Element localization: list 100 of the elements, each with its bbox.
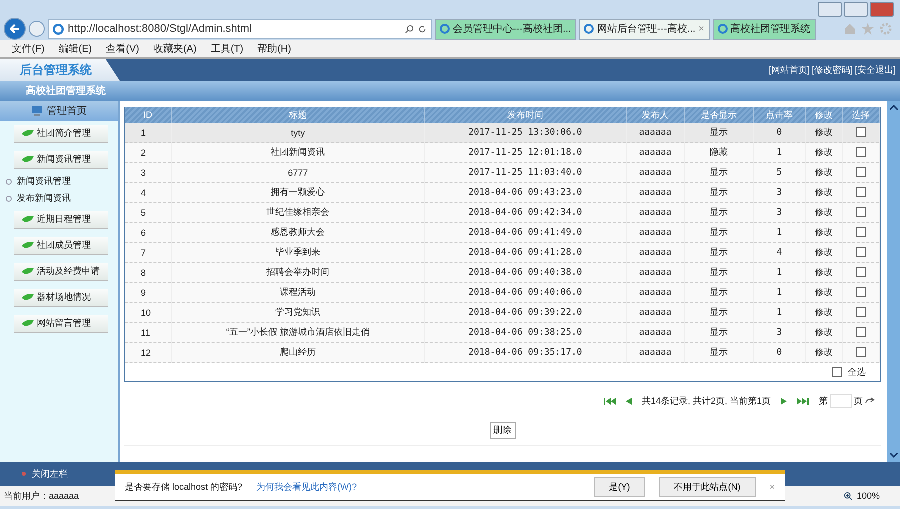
menu-item[interactable]: 文件(F) [12,42,45,56]
last-page-icon[interactable] [797,398,809,404]
sidebar-item[interactable]: 近期日程管理 [14,211,108,229]
row-checkbox[interactable] [856,187,866,198]
menu-item[interactable]: 收藏夹(A) [153,42,197,56]
leaf-icon [22,267,34,276]
delete-button[interactable]: 删除 [490,422,516,439]
scrollbar[interactable] [887,101,900,462]
table-cell: 4 [125,182,172,202]
table-cell: 1 [753,282,806,302]
row-checkbox[interactable] [856,347,866,358]
next-icon[interactable] [781,398,787,404]
table-cell: 2 [125,142,172,162]
table-cell: 8 [125,262,172,282]
edit-link[interactable]: 修改 [806,262,843,282]
table-cell: aaaaaa [626,222,685,242]
header-link[interactable]: [修改密码] [812,64,853,76]
back-button[interactable] [4,18,26,40]
table-cell: 4 [753,242,806,262]
browser-tab[interactable]: 高校社团管理系统 [712,18,816,40]
edit-link[interactable]: 修改 [806,202,843,222]
table-cell: 显示 [684,322,754,342]
notification-button[interactable]: 是(Y) [594,477,646,497]
column-header: 修改 [806,107,843,123]
scroll-up-icon[interactable] [890,105,898,110]
close-sidebar-link[interactable]: 关闭左栏 [0,462,118,486]
menu-item[interactable]: 工具(T) [210,42,244,56]
header-link[interactable]: [网站首页] [768,64,810,76]
first-page-icon[interactable] [604,398,616,404]
system-name: 高校社团管理系统 [26,84,106,98]
home-link[interactable]: 管理首页 [0,101,118,121]
sidebar-item[interactable]: 网站留言管理 [14,315,108,333]
sidebar-item[interactable]: 社团简介管理 [14,125,108,143]
table-cell: 显示 [684,222,754,242]
table-cell: 感恩教师大会 [171,222,425,242]
go-icon[interactable] [865,397,875,405]
menu-item[interactable]: 编辑(E) [58,42,92,56]
row-checkbox[interactable] [856,267,866,278]
row-checkbox[interactable] [856,327,866,338]
table-cell: tyty [171,123,425,142]
table-cell: 10 [125,302,172,322]
row-checkbox[interactable] [856,207,866,218]
table-cell: aaaaaa [626,262,685,282]
column-header: 发布时间 [424,107,626,123]
edit-link[interactable]: 修改 [806,302,843,322]
edit-link[interactable]: 修改 [806,222,843,242]
browser-tab[interactable]: 网站后台管理---高校... × [579,18,710,40]
scroll-down-icon[interactable] [890,453,898,458]
sidebar-item[interactable]: 新闻资讯管理 [14,151,108,169]
sidebar-item[interactable]: 社团成员管理 [14,237,108,255]
edit-link[interactable]: 修改 [806,322,843,342]
browser-tab[interactable]: 会员管理中心---高校社团... [435,18,576,40]
address-field[interactable]: http://localhost:8080/Stgl/Admin.shtml [48,19,432,39]
sidebar-item[interactable]: 活动及经费申请 [14,263,108,281]
column-header: 点击率 [753,107,806,123]
row-checkbox[interactable] [856,287,866,298]
previous-icon[interactable] [626,398,632,404]
sidebar-subitem[interactable]: 发布新闻资讯 [0,190,118,207]
table-cell: 2017-11-25 11:03:40.0 [424,162,626,182]
row-checkbox[interactable] [856,227,866,238]
edit-link[interactable]: 修改 [806,162,843,182]
help-link[interactable]: 为何我会看见此内容(W)? [256,480,358,494]
table-cell: aaaaaa [626,282,685,302]
table-cell: 11 [125,322,172,342]
edit-link[interactable]: 修改 [806,123,843,142]
row-checkbox[interactable] [856,247,866,258]
row-checkbox[interactable] [856,147,866,158]
leaf-icon [22,319,34,328]
zoom-level[interactable]: 100% [856,491,880,501]
arrow-left-icon [10,24,20,34]
row-checkbox[interactable] [856,127,866,138]
row-checkbox[interactable] [856,167,866,178]
star-icon[interactable] [862,23,874,35]
table-cell: 显示 [684,202,754,222]
row-checkbox[interactable] [856,307,866,318]
table-cell: 9 [125,282,172,302]
edit-link[interactable]: 修改 [806,342,843,362]
edit-link[interactable]: 修改 [806,242,843,262]
edit-link[interactable]: 修改 [806,142,843,162]
notification-button[interactable]: 不用于此站点(N) [659,477,756,497]
monitor-icon [31,106,43,116]
refresh-icon[interactable] [418,24,427,34]
maximize-button[interactable] [844,2,868,17]
sidebar-item[interactable]: 器材场地情况 [14,289,108,307]
header-link[interactable]: [安全退出] [854,64,896,76]
table-cell: 拥有一颗爱心 [171,182,425,202]
table-cell: aaaaaa [626,342,685,362]
search-icon[interactable] [405,24,414,34]
minimize-button[interactable] [818,2,842,17]
page-label: 页 [854,394,863,408]
select-all-checkbox[interactable] [832,367,842,377]
sidebar-subitem[interactable]: 新闻资讯管理 [0,173,118,190]
menu-item[interactable]: 查看(V) [106,42,140,56]
table-cell: 5 [125,202,172,222]
table-cell: 2018-04-06 09:39:22.0 [424,302,626,322]
menu-item[interactable]: 帮助(H) [258,42,292,56]
table-cell: 0 [753,342,806,362]
edit-link[interactable]: 修改 [806,282,843,302]
page-input[interactable] [830,394,852,408]
edit-link[interactable]: 修改 [806,182,843,202]
